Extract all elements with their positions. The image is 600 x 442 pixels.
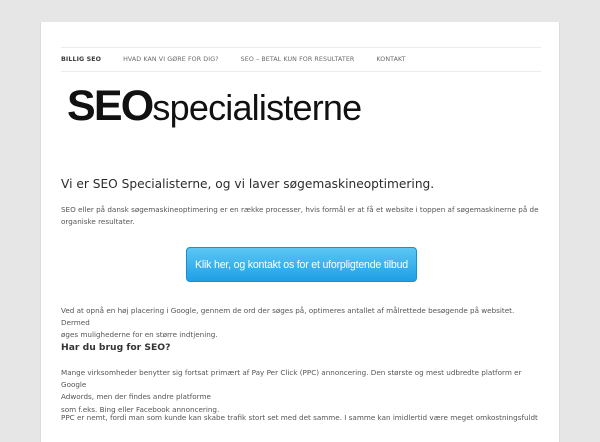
ppc-paragraph: Mange virksomheder benytter sig fortsat … bbox=[61, 367, 541, 416]
ppc-line-2: Adwords, men der findes andre platforme bbox=[61, 392, 211, 402]
section-heading: Har du brug for SEO? bbox=[61, 342, 171, 353]
site-logo[interactable]: SEOspecialisterne bbox=[67, 82, 362, 135]
page-title: Vi er SEO Specialisterne, og vi laver sø… bbox=[61, 177, 435, 191]
ppc-line-1: Mange virksomheder benytter sig fortsat … bbox=[61, 368, 522, 390]
ranking-line-1: Ved at opnå en høj placering i Google, g… bbox=[61, 306, 515, 328]
intro-line-2: organiske resultater. bbox=[61, 217, 135, 227]
ranking-paragraph: Ved at opnå en høj placering i Google, g… bbox=[61, 305, 541, 342]
intro-paragraph: SEO eller på dansk søgemaskineoptimering… bbox=[61, 204, 541, 228]
intro-line-1: SEO eller på dansk søgemaskineoptimering… bbox=[61, 205, 539, 214]
nav-item-kontakt[interactable]: KONTAKT bbox=[376, 56, 405, 63]
main-navigation: BILLIG SEO HVAD KAN VI GØRE FOR DIG? SEO… bbox=[61, 47, 541, 72]
nav-item-hvad-kan-vi[interactable]: HVAD KAN VI GØRE FOR DIG? bbox=[123, 56, 219, 63]
ppc-cost-paragraph: PPC er nemt, fordi man som kunde kan ska… bbox=[61, 412, 541, 424]
logo-bold-text: SEO bbox=[67, 82, 154, 130]
nav-item-seo-betal[interactable]: SEO – BETAL KUN FOR RESULTATER bbox=[241, 56, 355, 63]
logo-light-text: specialisterne bbox=[152, 87, 362, 128]
ppc-cost-line-1: PPC er nemt, fordi man som kunde kan ska… bbox=[61, 413, 538, 422]
page-container: BILLIG SEO HVAD KAN VI GØRE FOR DIG? SEO… bbox=[40, 22, 560, 442]
ranking-line-2: øges mulighederne for en større indtjeni… bbox=[61, 330, 218, 340]
nav-item-billig-seo[interactable]: BILLIG SEO bbox=[61, 56, 101, 63]
contact-cta-button[interactable]: Klik her, og kontakt os for et uforpligt… bbox=[186, 247, 417, 282]
